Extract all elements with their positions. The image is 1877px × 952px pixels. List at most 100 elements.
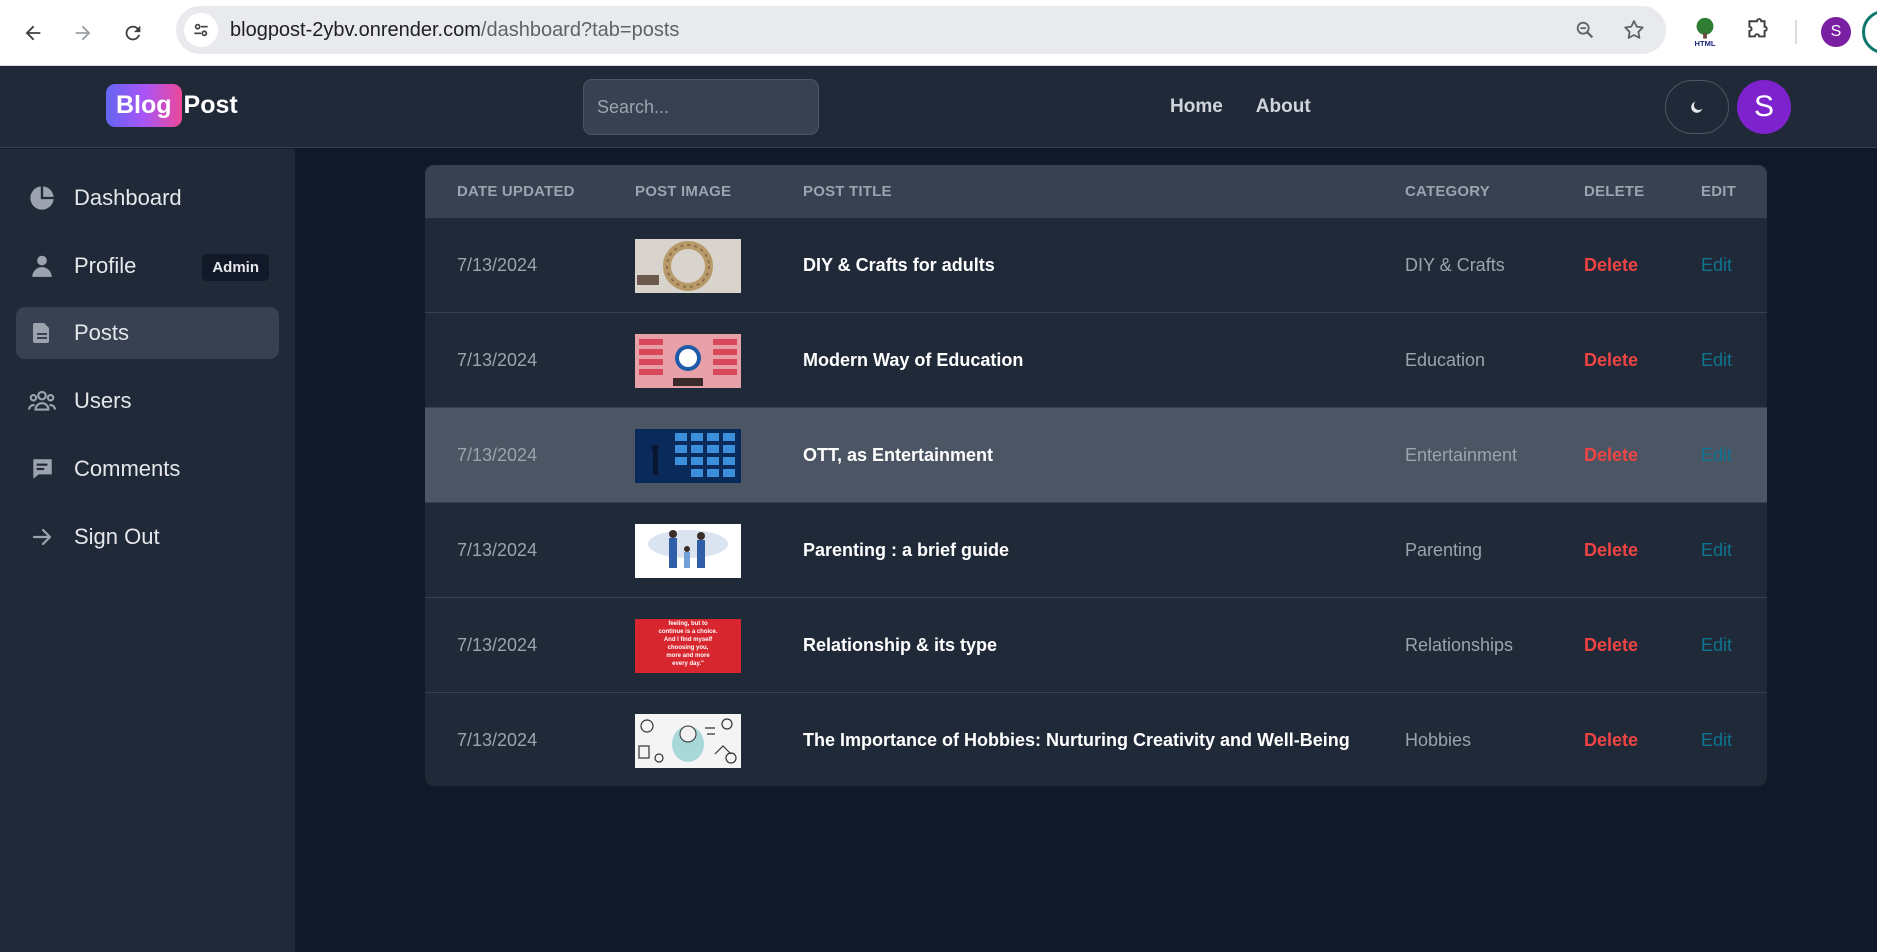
- svg-text:And I find myself: And I find myself: [664, 637, 713, 643]
- delete-button[interactable]: Delete: [1584, 218, 1638, 313]
- bookmark-star-icon[interactable]: [1622, 18, 1646, 42]
- svg-text:HTML: HTML: [1695, 39, 1716, 48]
- edit-link[interactable]: Edit: [1701, 693, 1732, 786]
- delete-button[interactable]: Delete: [1584, 408, 1638, 503]
- zoom-icon[interactable]: [1574, 19, 1596, 41]
- svg-text:choosing you,: choosing you,: [668, 645, 709, 651]
- table-header: DATE UPDATED POST IMAGE POST TITLE CATEG…: [425, 165, 1767, 217]
- nav-home-link[interactable]: Home: [1170, 96, 1223, 118]
- header-post-title: POST TITLE: [803, 182, 892, 200]
- post-category: DIY & Crafts: [1405, 255, 1505, 275]
- nav-about-link[interactable]: About: [1256, 96, 1311, 118]
- post-image[interactable]: [635, 313, 741, 408]
- address-bar[interactable]: blogpost-2ybv.onrender.com/dashboard?tab…: [176, 6, 1666, 54]
- svg-text:feeling, but to: feeling, but to: [668, 621, 708, 627]
- forward-button[interactable]: [63, 13, 103, 53]
- sidebar-item-dashboard[interactable]: Dashboard: [16, 172, 279, 224]
- post-title-link[interactable]: DIY & Crafts for adults: [803, 218, 995, 313]
- table-row: 7/13/2024 The Importance of Hobbies: Nur…: [425, 692, 1767, 786]
- side-panel-button[interactable]: [1862, 10, 1877, 54]
- document-icon: [27, 318, 57, 348]
- top-nav: Home About: [1170, 66, 1311, 148]
- post-title-link[interactable]: OTT, as Entertainment: [803, 408, 993, 503]
- post-title-link[interactable]: Modern Way of Education: [803, 313, 1023, 408]
- sidebar-item-posts[interactable]: Posts: [16, 307, 279, 359]
- pie-chart-icon: [27, 183, 57, 213]
- url-domain: blogpost-2ybv.onrender.com: [230, 18, 481, 41]
- edit-link[interactable]: Edit: [1701, 218, 1732, 313]
- post-date: 7/13/2024: [457, 730, 538, 750]
- post-category: Education: [1405, 350, 1486, 370]
- sidebar-item-comments[interactable]: Comments: [16, 443, 279, 495]
- svg-text:every day.": every day.": [672, 661, 704, 667]
- sidebar-item-label: Users: [74, 388, 132, 413]
- post-category: Entertainment: [1405, 445, 1518, 465]
- header-edit: EDIT: [1701, 182, 1736, 200]
- header-date-updated: DATE UPDATED: [457, 182, 575, 200]
- arrow-right-icon: [75, 25, 91, 40]
- reload-button[interactable]: [113, 13, 153, 53]
- post-date: 7/13/2024: [457, 540, 538, 560]
- users-group-icon: [27, 386, 57, 416]
- post-image[interactable]: [635, 693, 741, 786]
- delete-button[interactable]: Delete: [1584, 598, 1638, 693]
- toolbar-divider: [1795, 20, 1797, 44]
- theme-toggle-button[interactable]: [1665, 80, 1729, 134]
- post-image[interactable]: feeling, but to continue is a choice. An…: [635, 598, 741, 693]
- post-date: 7/13/2024: [457, 255, 538, 275]
- svg-text:continue is a choice.: continue is a choice.: [658, 629, 717, 635]
- user-avatar[interactable]: S: [1737, 80, 1791, 134]
- table-row: 7/13/2024 OTT, as Entertainment Entertai…: [425, 407, 1767, 502]
- app-header: Blog Post Search... Home About S: [0, 66, 1877, 148]
- post-date: 7/13/2024: [457, 350, 538, 370]
- edit-link[interactable]: Edit: [1701, 408, 1732, 503]
- edit-link[interactable]: Edit: [1701, 598, 1732, 693]
- delete-button[interactable]: Delete: [1584, 313, 1638, 408]
- header-delete: DELETE: [1584, 182, 1645, 200]
- delete-button[interactable]: Delete: [1584, 503, 1638, 598]
- sidebar: Dashboard Profile Admin Posts Users Comm…: [0, 149, 295, 952]
- sidebar-item-users[interactable]: Users: [16, 375, 279, 427]
- post-image[interactable]: [635, 218, 741, 313]
- edit-link[interactable]: Edit: [1701, 313, 1732, 408]
- sidebar-item-label: Profile: [74, 253, 137, 278]
- logo[interactable]: Blog Post: [106, 84, 238, 127]
- browser-profile-button[interactable]: S: [1821, 17, 1851, 47]
- sidebar-item-label: Sign Out: [74, 524, 160, 549]
- post-category: Hobbies: [1405, 730, 1472, 750]
- post-title-link[interactable]: Parenting : a brief guide: [803, 503, 1009, 598]
- search-input[interactable]: Search...: [583, 79, 819, 135]
- arrow-right-icon: [27, 522, 57, 552]
- sidebar-item-sign-out[interactable]: Sign Out: [16, 511, 279, 563]
- sidebar-item-label: Comments: [74, 456, 181, 481]
- post-image[interactable]: [635, 503, 741, 598]
- header-category: CATEGORY: [1405, 182, 1490, 200]
- back-button[interactable]: [13, 13, 53, 53]
- post-date: 7/13/2024: [457, 635, 538, 655]
- user-icon: [27, 251, 57, 281]
- html-extension-icon[interactable]: HTML: [1690, 16, 1720, 48]
- sidebar-item-profile[interactable]: Profile Admin: [16, 240, 279, 292]
- admin-badge: Admin: [202, 254, 269, 281]
- header-post-image: POST IMAGE: [635, 182, 732, 200]
- post-title-link[interactable]: Relationship & its type: [803, 598, 997, 693]
- extensions-icon[interactable]: [1744, 18, 1770, 44]
- tune-icon: [194, 23, 208, 37]
- sidebar-item-label: Dashboard: [74, 185, 182, 210]
- sidebar-item-label: Posts: [74, 320, 130, 345]
- post-image[interactable]: [635, 408, 741, 503]
- url-text: blogpost-2ybv.onrender.com/dashboard?tab…: [230, 19, 679, 42]
- posts-table: DATE UPDATED POST IMAGE POST TITLE CATEG…: [425, 165, 1767, 786]
- url-path: /dashboard?tab=posts: [480, 18, 680, 41]
- reload-icon: [125, 25, 141, 40]
- table-row: 7/13/2024 feeling, but to continue is a …: [425, 597, 1767, 692]
- arrow-left-icon: [25, 25, 41, 40]
- edit-link[interactable]: Edit: [1701, 503, 1732, 598]
- post-category: Relationships: [1405, 635, 1514, 655]
- post-title-link[interactable]: The Importance of Hobbies: Nurturing Cre…: [803, 693, 1350, 786]
- site-info-button[interactable]: [184, 13, 218, 47]
- table-row: 7/13/2024 Modern Way of Education Educat…: [425, 312, 1767, 407]
- delete-button[interactable]: Delete: [1584, 693, 1638, 786]
- logo-text: Post: [183, 91, 238, 119]
- logo-badge: Blog: [106, 84, 182, 127]
